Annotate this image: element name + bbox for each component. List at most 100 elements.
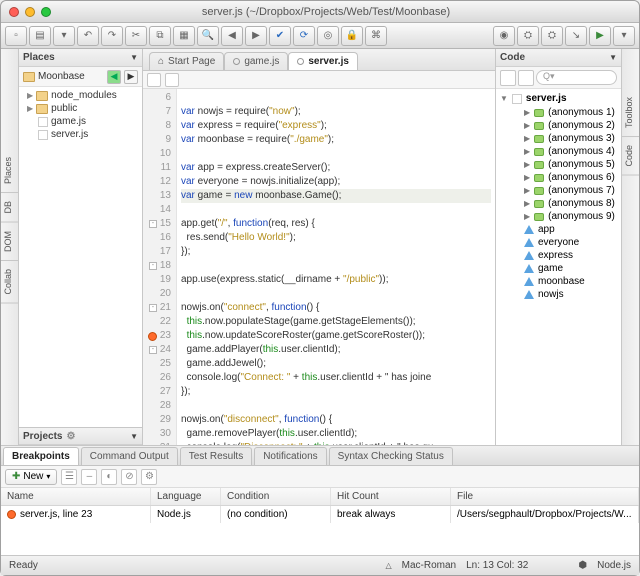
col-cond[interactable]: Condition [221,488,331,505]
outline-item[interactable]: ▶(anonymous 4) [496,145,621,158]
code-area[interactable]: var nowjs = require("now");var express =… [177,89,495,445]
projects-header[interactable]: Projects ⚙ ▼ [19,427,142,445]
tree-node[interactable]: server.js [19,128,142,141]
tree-node[interactable]: ▶public [19,102,142,115]
nav-back-icon[interactable]: ◀ [107,70,121,84]
lefttab-collab[interactable]: Collab [1,261,18,304]
tool-paste-icon[interactable]: ▦ [173,26,195,46]
tool-check-icon[interactable]: ✔ [269,26,291,46]
folder-icon [36,91,48,101]
outline-item[interactable]: ▶(anonymous 5) [496,158,621,171]
tool-copy-icon[interactable]: ⧉ [149,26,171,46]
tool-undo-icon[interactable]: ↶ [77,26,99,46]
tool-tidy-icon[interactable]: ⟳ [293,26,315,46]
minimize-icon[interactable] [25,7,35,17]
chevron-down-icon[interactable]: ▼ [609,53,617,62]
tool-more-icon[interactable]: ▾ [613,26,635,46]
delete-button[interactable]: – [81,469,97,485]
bottom-tab[interactable]: Notifications [254,447,326,465]
breakpoint-icon[interactable] [148,332,157,341]
bottom-tab[interactable]: Syntax Checking Status [329,447,453,465]
tool-debug2-icon[interactable]: ⛭ [541,26,563,46]
tool-run-icon[interactable]: ▶ [589,26,611,46]
col-lang[interactable]: Language [151,488,221,505]
close-tab-icon[interactable] [297,58,304,65]
outline-item[interactable]: express [496,249,621,262]
places-root[interactable]: Moonbase [38,71,85,82]
sort-icon[interactable] [500,70,516,86]
outline-item[interactable]: nowjs [496,288,621,301]
sort-button[interactable]: ☰ [61,469,77,485]
filter-icon[interactable] [518,70,534,86]
outline-item[interactable]: everyone [496,236,621,249]
outline-item[interactable]: game [496,262,621,275]
breakpoints-toolbar: ✚New▾ ☰ – ◐ ⊘ ⚙ [1,466,639,488]
tree-node[interactable]: game.js [19,115,142,128]
code-editor[interactable]: 67891011121314-151617-181920-212223-2425… [143,89,495,445]
outline-file[interactable]: ▼server.js [496,91,621,106]
tool-new-icon[interactable]: ▫ [5,26,27,46]
outline-item[interactable]: ▶(anonymous 9) [496,210,621,223]
outline-item[interactable]: ▶(anonymous 3) [496,132,621,145]
outline-item[interactable]: ▶(anonymous 7) [496,184,621,197]
tool-next-icon[interactable]: ▶ [245,26,267,46]
chevron-down-icon[interactable]: ▼ [130,432,138,441]
col-name[interactable]: Name [1,488,151,505]
tree-node[interactable]: ▶node_modules [19,89,142,102]
col-hit[interactable]: Hit Count [331,488,451,505]
lefttab-db[interactable]: DB [1,193,18,223]
outline-item[interactable]: app [496,223,621,236]
lefttab-places[interactable]: Places [1,149,18,193]
gear-icon[interactable]: ⚙ [66,431,75,442]
fold-icon[interactable]: - [149,220,157,228]
plus-icon: ✚ [12,471,20,482]
fold-icon[interactable]: - [149,346,157,354]
col-file[interactable]: File [451,488,639,505]
table-row[interactable]: server.js, line 23 Node.js (no condition… [1,506,639,523]
tool-snippet-icon[interactable]: ⌘ [365,26,387,46]
disable-button[interactable]: ⊘ [121,469,137,485]
fold-icon[interactable]: - [149,262,157,270]
tool-save-icon[interactable]: ▾ [53,26,75,46]
outline-item[interactable]: ▶(anonymous 1) [496,106,621,119]
zoom-icon[interactable] [41,7,51,17]
file-icon[interactable] [147,73,161,87]
lefttab-dom[interactable]: DOM [1,223,18,261]
close-tab-icon[interactable] [233,58,240,65]
righttab-code[interactable]: Code [622,137,639,176]
nav-fwd-icon[interactable]: ▶ [124,70,138,84]
outline-search[interactable]: Q▾ [536,70,617,85]
close-icon[interactable] [9,7,19,17]
chevron-down-icon[interactable]: ▼ [130,53,138,62]
nav-icon[interactable] [165,73,179,87]
places-panel: Places ▼ Moonbase ◀ ▶ ▶node_modules ▶pub… [19,49,143,445]
settings-button[interactable]: ⚙ [141,469,157,485]
bottom-tab[interactable]: Command Output [81,447,178,465]
outline-item[interactable]: moonbase [496,275,621,288]
tab-server[interactable]: server.js [288,52,358,70]
line-gutter[interactable]: 67891011121314-151617-181920-212223-2425… [143,89,177,445]
status-encoding[interactable]: Mac-Roman [402,560,456,571]
tool-redo-icon[interactable]: ↷ [101,26,123,46]
tool-preview-icon[interactable]: ◎ [317,26,339,46]
tab-game[interactable]: game.js [224,52,288,70]
tool-step-icon[interactable]: ↘ [565,26,587,46]
outline-item[interactable]: ▶(anonymous 8) [496,197,621,210]
tool-debug1-icon[interactable]: ⛭ [517,26,539,46]
tool-find-icon[interactable]: 🔍 [197,26,219,46]
bottom-tab[interactable]: Breakpoints [3,447,79,465]
fold-icon[interactable]: - [149,304,157,312]
righttab-toolbox[interactable]: Toolbox [622,89,639,137]
tool-cut-icon[interactable]: ✂ [125,26,147,46]
status-lang[interactable]: Node.js [597,560,631,571]
tab-start[interactable]: ⌂Start Page [149,52,224,70]
outline-item[interactable]: ▶(anonymous 2) [496,119,621,132]
toggle-button[interactable]: ◐ [101,469,117,485]
tool-lock-icon[interactable]: 🔒 [341,26,363,46]
tool-open-icon[interactable]: ▤ [29,26,51,46]
bottom-tab[interactable]: Test Results [180,447,252,465]
new-breakpoint-button[interactable]: ✚New▾ [5,469,57,485]
outline-item[interactable]: ▶(anonymous 6) [496,171,621,184]
tool-prev-icon[interactable]: ◀ [221,26,243,46]
tool-record-icon[interactable]: ◉ [493,26,515,46]
